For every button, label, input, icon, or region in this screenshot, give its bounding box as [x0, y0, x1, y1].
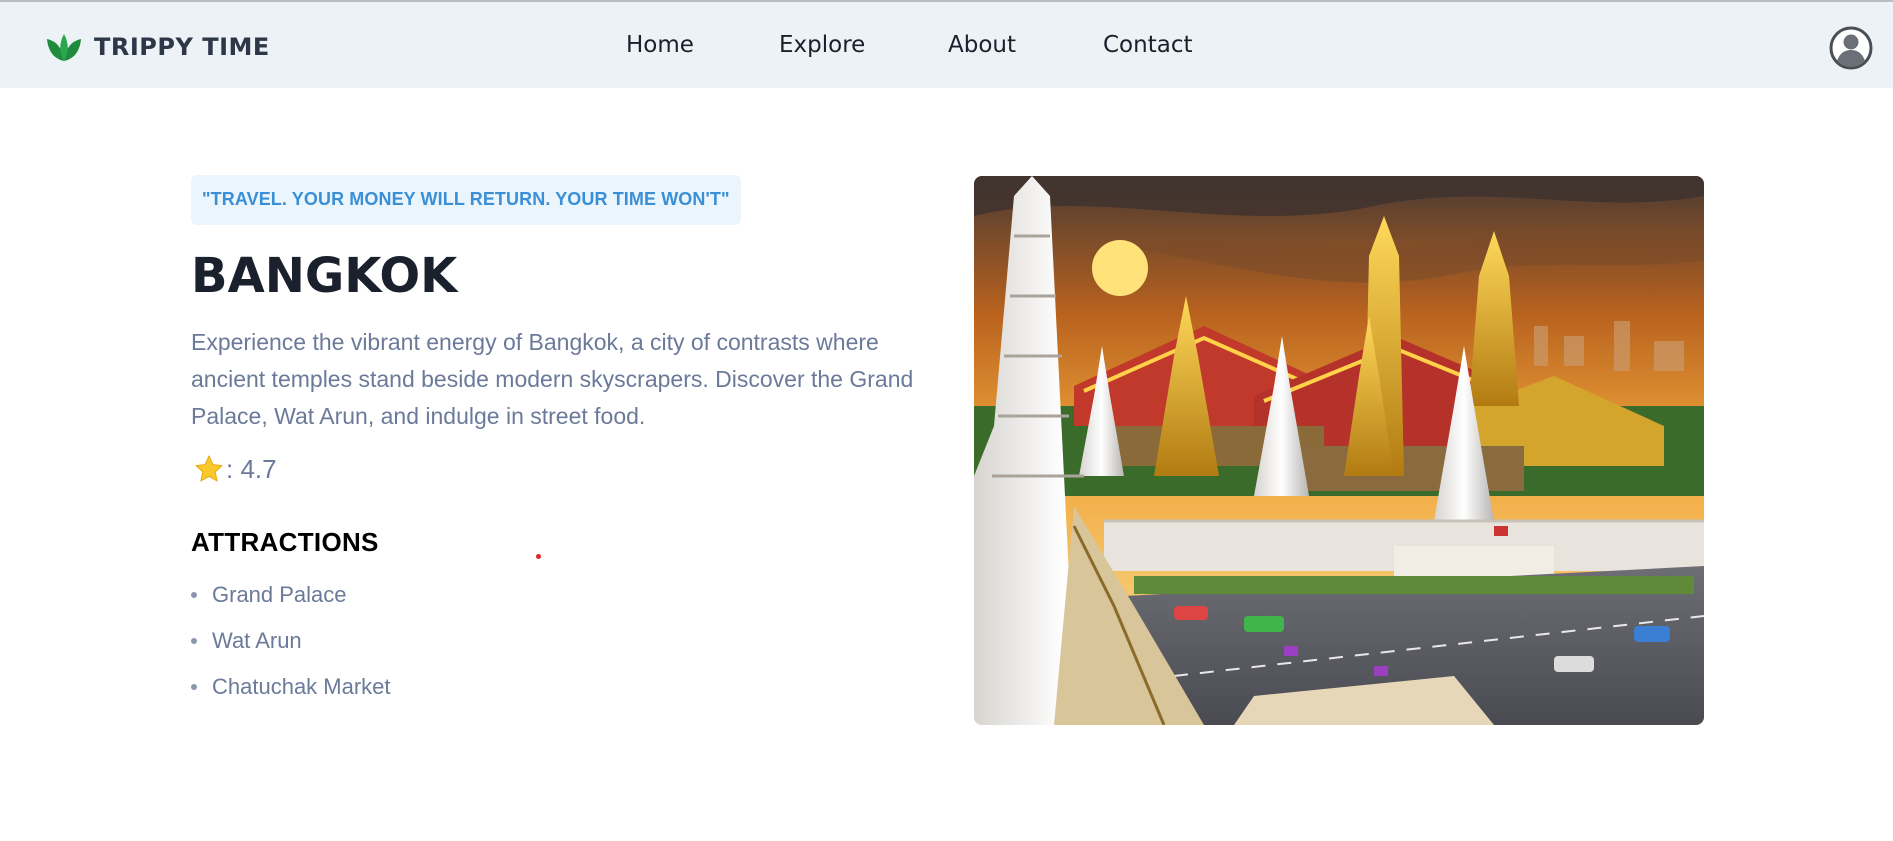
bullet	[191, 684, 197, 691]
top-navbar: TRIPPY TIME Home Explore About Contact	[0, 2, 1893, 88]
destination-info: "TRAVEL. YOUR MONEY WILL RETURN. YOUR TI…	[191, 175, 931, 718]
travel-quote-badge: "TRAVEL. YOUR MONEY WILL RETURN. YOUR TI…	[191, 175, 741, 225]
nav-link-explore[interactable]: Explore	[779, 32, 865, 58]
destination-photo	[974, 176, 1704, 725]
list-item: Chatuchak Market	[191, 672, 931, 718]
temple-illustration	[974, 176, 1704, 725]
destination-description: Experience the vibrant energy of Bangkok…	[191, 329, 914, 430]
attractions-list: Grand Palace Wat Arun Chatuchak Market	[191, 580, 931, 718]
rating-value: : 4.7	[226, 453, 277, 484]
cursor-dot	[536, 554, 541, 559]
list-item: Grand Palace	[191, 580, 931, 626]
bullet	[191, 592, 197, 599]
brand-logo[interactable]: TRIPPY TIME	[44, 30, 270, 64]
list-item: Wat Arun	[191, 626, 931, 672]
nav-link-about[interactable]: About	[948, 32, 1016, 58]
brand-name: TRIPPY TIME	[94, 33, 270, 61]
rating: : 4.7	[191, 449, 931, 489]
nav-link-home[interactable]: Home	[626, 32, 694, 58]
attraction-label: Grand Palace	[212, 582, 347, 608]
destination-title: BANGKOK	[191, 248, 458, 304]
attraction-label: Chatuchak Market	[212, 674, 391, 700]
star-icon	[195, 455, 223, 482]
bullet	[191, 638, 197, 645]
attractions-heading: ATTRACTIONS	[191, 527, 379, 558]
nav-link-contact[interactable]: Contact	[1103, 32, 1192, 58]
attraction-label: Wat Arun	[212, 628, 302, 654]
leaf-logo-icon	[47, 34, 81, 61]
user-avatar-icon[interactable]	[1829, 26, 1873, 70]
